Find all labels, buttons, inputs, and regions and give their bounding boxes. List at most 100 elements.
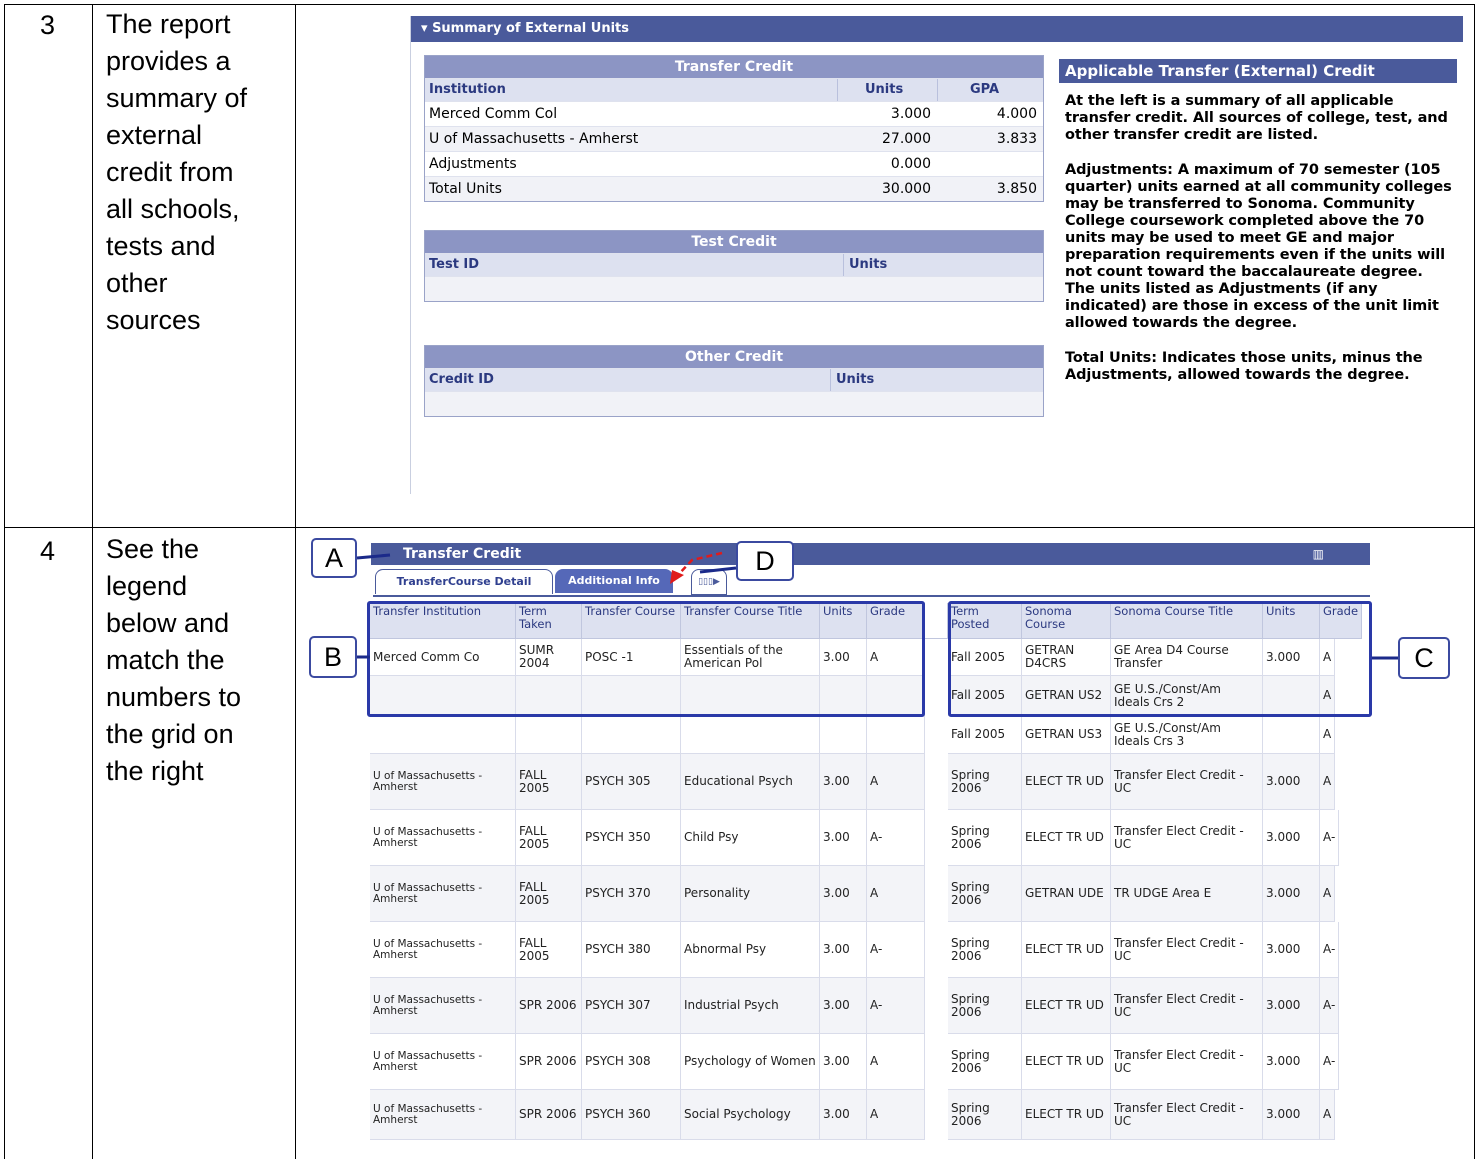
callout-label-c: C — [1398, 637, 1450, 679]
tab-additional-info[interactable]: Additional Info — [555, 569, 673, 593]
sonoma-course-cell: ELECT TR UD — [1022, 922, 1111, 978]
term-posted-cell: Spring 2006 — [948, 1034, 1022, 1090]
term-posted-cell: Spring 2006 — [948, 754, 1022, 810]
step-line: credit from — [106, 157, 234, 187]
transfer-credit-header[interactable]: Transfer Credit ▥ — [371, 543, 1370, 565]
institution-cell: Total Units — [429, 181, 502, 197]
sonoma-course-cell: ELECT TR UD — [1022, 754, 1111, 810]
grade-cell: A- — [867, 978, 925, 1034]
sonoma-course-title-cell: Transfer Elect Credit - UC — [1111, 978, 1263, 1034]
column-header: Test ID — [429, 257, 480, 272]
help-text-box: Applicable Transfer (External) Credit At… — [1059, 59, 1457, 491]
units-cell: 27.000 — [882, 131, 931, 147]
gpa-cell: 4.000 — [996, 106, 1037, 122]
step-line: all schools, — [106, 194, 240, 224]
column-header: Institution — [429, 82, 506, 97]
transfer-course-title-cell: Child Psy — [681, 810, 820, 866]
column-spacer — [925, 810, 948, 866]
term-taken-cell: FALL 2005 — [516, 866, 582, 922]
transfer-course-title-cell: Psychology of Women — [681, 1034, 820, 1090]
grade-cell — [867, 716, 925, 754]
transfer-course-cell — [582, 716, 681, 754]
step-line: The report — [106, 9, 231, 39]
test-credit-grid: Test Credit Test ID Units — [424, 230, 1044, 302]
transfer-course-title-cell — [681, 716, 820, 754]
sonoma-course-cell: ELECT TR UD — [1022, 1090, 1111, 1140]
transfer-credit-header-label: Transfer Credit — [403, 546, 522, 562]
collapse-arrow-icon[interactable]: ▾ — [421, 21, 432, 36]
step-description: See the legend below and match the numbe… — [106, 531, 241, 790]
gpa-cell: 3.833 — [996, 131, 1037, 147]
table-col-divider-2 — [295, 4, 296, 1159]
transfer-course-title-cell: Personality — [681, 866, 820, 922]
column-header: Units — [836, 372, 875, 387]
column-spacer — [925, 603, 948, 639]
table-border-left — [4, 4, 5, 1159]
table-row: Total Units 30.000 3.850 — [425, 176, 1043, 201]
grid-header-row: Test ID Units — [425, 253, 1043, 276]
transfer-tab-bar: TransferCourse Detail Additional Info ▯▯… — [373, 567, 1370, 597]
transfer-course-cell: PSYCH 308 — [582, 1034, 681, 1090]
sonoma-grade-cell: A — [1320, 866, 1336, 922]
callout-box-b — [367, 601, 925, 717]
summary-header[interactable]: ▾ Summary of External Units — [411, 16, 1463, 42]
sonoma-grade-cell: A- — [1320, 810, 1340, 866]
step-number: 3 — [40, 10, 56, 40]
table-row: Adjustments 0.000 — [425, 151, 1043, 176]
summary-header-label: Summary of External Units — [432, 21, 630, 36]
gpa-cell: 3.850 — [996, 181, 1037, 197]
units-cell: 3.00 — [820, 866, 867, 922]
transfer-institution-cell: U of Massachusetts - Amherst — [370, 810, 516, 866]
sonoma-units-cell: 3.000 — [1263, 754, 1320, 810]
transfer-course-cell: PSYCH 360 — [582, 1090, 681, 1140]
units-cell: 3.00 — [820, 922, 867, 978]
step-line: summary of — [106, 83, 248, 113]
term-posted-cell: Spring 2006 — [948, 978, 1022, 1034]
step-line: numbers to — [106, 682, 242, 712]
step-number: 4 — [40, 536, 56, 566]
step-line: tests and — [106, 231, 216, 261]
sonoma-grade-cell: A- — [1320, 1034, 1340, 1090]
other-credit-grid: Other Credit Credit ID Units — [424, 345, 1044, 417]
column-spacer — [925, 716, 948, 754]
sonoma-course-cell: GETRAN US3 — [1022, 716, 1111, 754]
transfer-course-title-cell: Industrial Psych — [681, 978, 820, 1034]
show-all-tabs-icon[interactable]: ▯▯▯▶ — [691, 569, 727, 595]
transfer-course-cell: PSYCH 380 — [582, 922, 681, 978]
units-cell: 0.000 — [890, 156, 931, 172]
sonoma-course-cell: GETRAN UDE — [1022, 866, 1111, 922]
grade-cell: A — [867, 1034, 925, 1090]
term-posted-cell: Spring 2006 — [948, 1090, 1022, 1140]
term-taken-cell: FALL 2005 — [516, 810, 582, 866]
column-header: GPA — [970, 82, 1000, 97]
step-line: See the — [106, 534, 200, 564]
column-spacer — [925, 754, 948, 810]
step-line: match the — [106, 645, 225, 675]
help-title: Applicable Transfer (External) Credit — [1059, 59, 1457, 83]
callout-label-a: A — [311, 538, 357, 578]
term-posted-cell: Fall 2005 — [948, 716, 1022, 754]
column-spacer — [925, 639, 948, 676]
institution-cell: Merced Comm Col — [429, 106, 558, 122]
sonoma-course-title-cell: Transfer Elect Credit - UC — [1111, 1034, 1263, 1090]
transfer-course-title-cell: Abnormal Psy — [681, 922, 820, 978]
help-paragraph: Total Units: Indicates those units, minu… — [1065, 350, 1423, 383]
grid-header-row: Credit ID Units — [425, 368, 1043, 391]
column-spacer — [925, 866, 948, 922]
term-posted-cell: Spring 2006 — [948, 866, 1022, 922]
grid-options-icon[interactable]: ▥ — [1313, 543, 1324, 565]
sonoma-course-cell: ELECT TR UD — [1022, 978, 1111, 1034]
table-row — [425, 391, 1043, 416]
transfer-institution-cell: U of Massachusetts - Amherst — [370, 1090, 516, 1140]
transfer-institution-cell: U of Massachusetts - Amherst — [370, 978, 516, 1034]
callout-label-d: D — [736, 541, 794, 581]
tab-transfer-course-detail[interactable]: TransferCourse Detail — [375, 569, 553, 594]
step-line: below and — [106, 608, 230, 638]
column-spacer — [925, 978, 948, 1034]
transfer-institution-cell: U of Massachusetts - Amherst — [370, 866, 516, 922]
step-description: The report provides a summary of externa… — [106, 6, 247, 339]
transfer-course-title-cell: Educational Psych — [681, 754, 820, 810]
step-line: external — [106, 120, 203, 150]
term-taken-cell: SPR 2006 — [516, 978, 582, 1034]
sonoma-grade-cell: A — [1320, 716, 1336, 754]
